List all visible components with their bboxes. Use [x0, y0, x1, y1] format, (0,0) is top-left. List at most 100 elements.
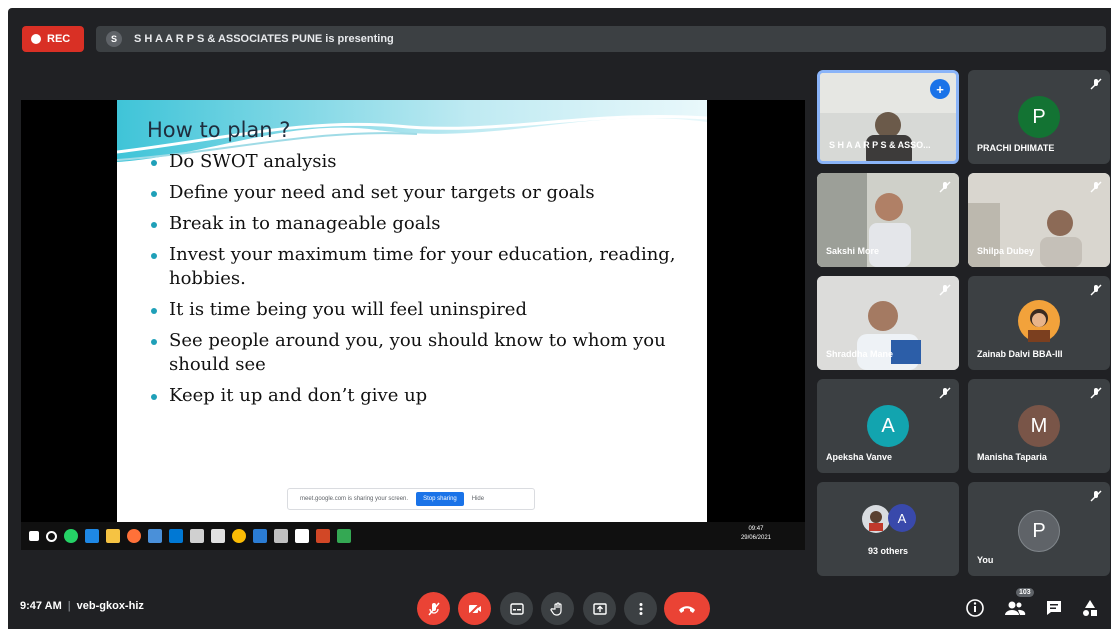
- microphone-toggle-button[interactable]: [417, 592, 450, 625]
- pin-icon[interactable]: +: [930, 79, 950, 99]
- presentation-slide: How to plan ? Do SWOT analysis Define yo…: [117, 100, 707, 522]
- avatar: A: [867, 405, 909, 447]
- meeting-info-button[interactable]: [963, 596, 987, 620]
- presenter-avatar-icon: S: [106, 31, 122, 47]
- participant-tile-prachi[interactable]: P PRACHI DHIMATE: [968, 70, 1110, 164]
- notes-icon[interactable]: [211, 529, 225, 543]
- mic-off-icon: [1090, 284, 1102, 296]
- raise-hand-icon: [549, 601, 562, 616]
- taskbar-time: 09:47: [748, 526, 764, 532]
- meeting-details: 9:47 AM | veb-gkox-hiz: [20, 600, 144, 612]
- info-icon: [966, 599, 984, 617]
- avatar: A: [888, 504, 916, 532]
- chat-button[interactable]: [1042, 596, 1066, 620]
- meeting-controls-bar: 9:47 AM | veb-gkox-hiz 103: [8, 588, 1111, 629]
- meeting-code: veb-gkox-hiz: [76, 600, 144, 612]
- chat-icon: [1047, 601, 1061, 615]
- app-icon[interactable]: [274, 529, 288, 543]
- present-icon: [592, 602, 607, 615]
- participant-tile-presenter[interactable]: + S H A A R P S & ASSO...: [817, 70, 959, 164]
- mic-off-icon: [939, 181, 951, 193]
- participant-name: PRACHI DHIMATE: [977, 143, 1055, 153]
- meet-window: REC S S H A A R P S & ASSOCIATES PUNE is…: [8, 8, 1111, 629]
- mic-off-icon: [1090, 490, 1102, 502]
- participant-tile-shilpa[interactable]: Shilpa Dubey: [968, 173, 1110, 267]
- mic-off-icon: [1090, 387, 1102, 399]
- whatsapp-icon[interactable]: [64, 529, 78, 543]
- participant-name: Sakshi More: [826, 246, 880, 256]
- participant-name: Manisha Taparia: [977, 452, 1047, 462]
- file-explorer-icon[interactable]: [106, 529, 120, 543]
- avatar: [1018, 300, 1060, 342]
- recording-label: REC: [47, 33, 71, 45]
- hide-notice-link[interactable]: Hide: [472, 496, 484, 502]
- participant-name: Zainab Dalvi BBA-III: [977, 349, 1063, 359]
- slide-bullet: Do SWOT analysis: [151, 150, 691, 174]
- people-button[interactable]: [1003, 596, 1027, 620]
- camera-toggle-button[interactable]: [458, 592, 491, 625]
- chrome-icon[interactable]: [232, 529, 246, 543]
- participant-count-badge: 103: [1016, 588, 1034, 597]
- avatar: P: [1018, 510, 1060, 552]
- mic-off-icon: [427, 602, 440, 615]
- document-icon[interactable]: [295, 529, 309, 543]
- captions-icon: [509, 602, 524, 615]
- people-icon: [1005, 601, 1026, 615]
- participant-name: Apeksha Vanve: [826, 452, 893, 462]
- mic-off-icon: [1090, 181, 1102, 193]
- stop-sharing-button[interactable]: Stop sharing: [416, 492, 464, 506]
- taskbar-clock: 09:47 29/06/2021: [741, 525, 771, 543]
- recording-badge: REC: [22, 26, 84, 52]
- slide-bullet: Invest your maximum time for your educat…: [151, 243, 691, 291]
- raise-hand-button[interactable]: [541, 592, 574, 625]
- activities-button[interactable]: [1078, 596, 1102, 620]
- screen-share-notice: meet.google.com is sharing your screen. …: [287, 488, 535, 510]
- taskbar-date: 29/06/2021: [740, 535, 771, 541]
- mic-off-icon: [1090, 78, 1102, 90]
- windows-start-icon[interactable]: [29, 531, 39, 541]
- edge-icon[interactable]: [85, 529, 99, 543]
- participant-name: Shraddha Mane: [826, 349, 894, 359]
- more-options-icon: [639, 602, 642, 615]
- slide-title: How to plan ?: [147, 118, 291, 142]
- slide-bullet: See people around you, you should know t…: [151, 329, 691, 377]
- avatar: P: [1018, 96, 1060, 138]
- shared-screen: How to plan ? Do SWOT analysis Define yo…: [21, 100, 805, 550]
- search-icon[interactable]: [46, 530, 57, 542]
- app-icon[interactable]: [190, 529, 204, 543]
- activities-icon: [1083, 600, 1097, 616]
- participant-tile-apeksha[interactable]: A Apeksha Vanve: [817, 379, 959, 473]
- participant-tile-zainab[interactable]: Zainab Dalvi BBA-III: [968, 276, 1110, 370]
- participant-name: You: [977, 555, 994, 565]
- participant-tile-manisha[interactable]: M Manisha Taparia: [968, 379, 1110, 473]
- mail-icon[interactable]: [169, 529, 183, 543]
- firefox-icon[interactable]: [127, 529, 141, 543]
- present-now-button[interactable]: [583, 592, 616, 625]
- presenting-text: S H A A R P S & ASSOCIATES PUNE is prese…: [134, 33, 394, 45]
- slide-bullet: Define your need and set your targets or…: [151, 181, 691, 205]
- camera-off-icon: [467, 601, 482, 616]
- store-icon[interactable]: [148, 529, 162, 543]
- powerpoint-icon[interactable]: [316, 529, 330, 543]
- presenting-banner: S S H A A R P S & ASSOCIATES PUNE is pre…: [96, 26, 1106, 52]
- divider: |: [67, 600, 71, 612]
- avatar: M: [1018, 405, 1060, 447]
- mic-off-icon: [939, 284, 951, 296]
- slide-bullet-list: Do SWOT analysis Define your need and se…: [151, 150, 691, 415]
- word-icon[interactable]: [253, 529, 267, 543]
- current-time: 9:47 AM: [20, 600, 62, 612]
- participant-tile-shraddha[interactable]: Shraddha Mane: [817, 276, 959, 370]
- participant-tile-sakshi[interactable]: Sakshi More: [817, 173, 959, 267]
- more-options-button[interactable]: [624, 592, 657, 625]
- mic-off-icon: [939, 387, 951, 399]
- slide-bullet: Keep it up and don’t give up: [151, 384, 691, 408]
- participant-tile-others[interactable]: A 93 others: [817, 482, 959, 576]
- record-dot-icon: [31, 34, 41, 44]
- captions-button[interactable]: [500, 592, 533, 625]
- leave-call-button[interactable]: [664, 592, 710, 625]
- participant-tile-you[interactable]: P You: [968, 482, 1110, 576]
- slide-bullet: It is time being you will feel uninspire…: [151, 298, 691, 322]
- share-notice-text: meet.google.com is sharing your screen.: [300, 496, 409, 502]
- meet-icon[interactable]: [337, 529, 351, 543]
- participant-name: Shilpa Dubey: [977, 246, 1035, 256]
